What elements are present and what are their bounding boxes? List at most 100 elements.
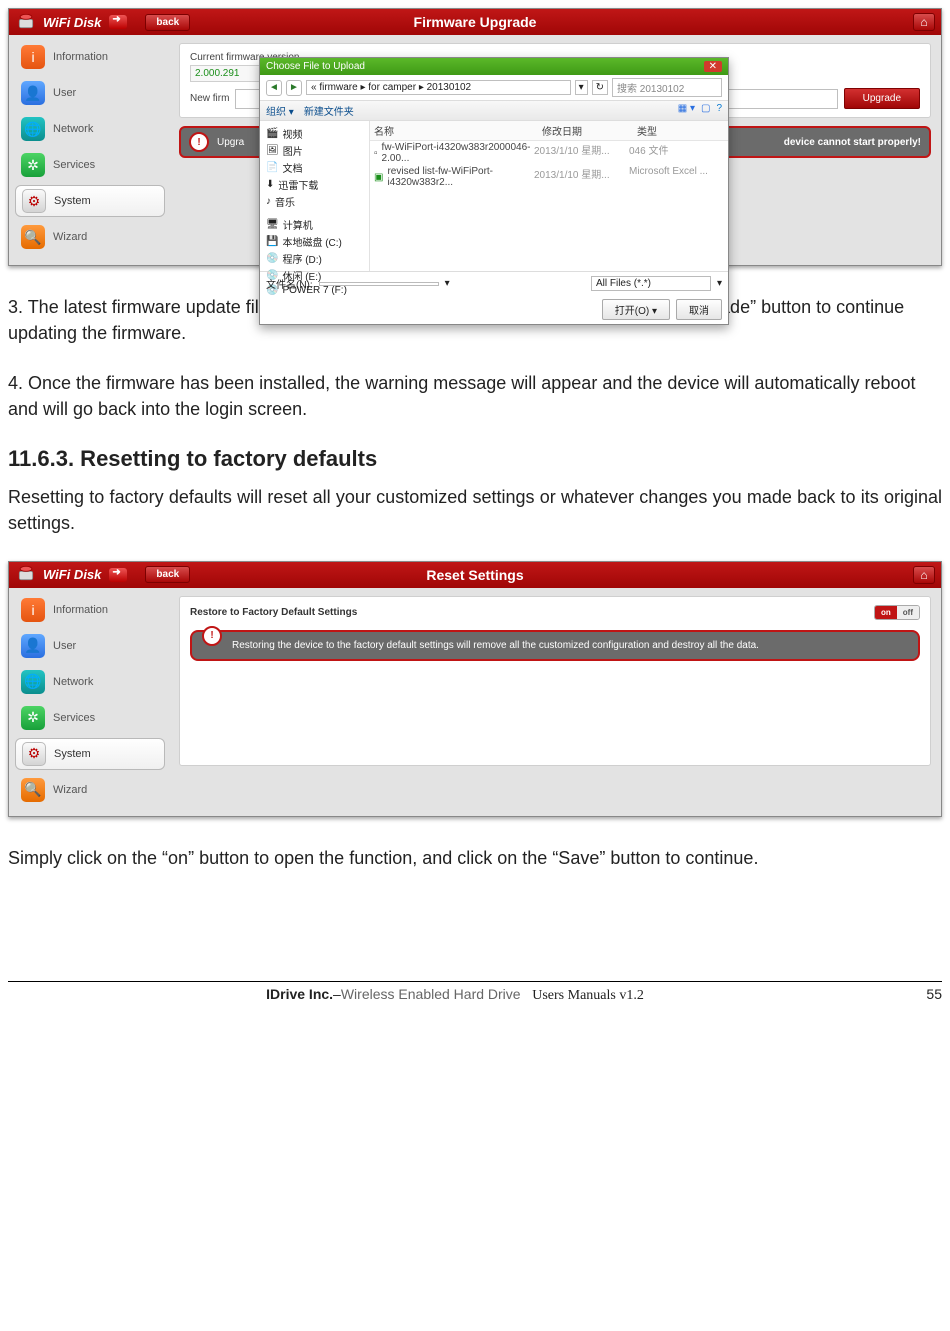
chevron-down-icon[interactable]: ▾: [717, 278, 722, 289]
warning-text: Restoring the device to the factory defa…: [232, 640, 759, 651]
refresh-icon[interactable]: ↻: [592, 80, 608, 95]
screenshot-firmware-upgrade: WiFi Disk back Firmware Upgrade ⌂ iInfor…: [8, 8, 942, 266]
sidebar-item-user[interactable]: 👤 User: [15, 77, 165, 109]
filename-label: 文件名(N):: [266, 276, 313, 291]
sidebar-item-label: Network: [53, 676, 93, 688]
sidebar-item-wizard[interactable]: 🔍Wizard: [15, 221, 165, 253]
warning-icon: !: [189, 132, 209, 152]
sidebar-item-information[interactable]: i Information: [15, 41, 165, 73]
sidebar-item-information[interactable]: i Information: [15, 594, 165, 626]
network-icon: 🌐: [21, 117, 45, 141]
path-drop-icon[interactable]: ▾: [575, 80, 588, 95]
cancel-button[interactable]: 取消: [676, 299, 722, 320]
user-icon: 👤: [21, 81, 45, 105]
nav-back-icon[interactable]: ◄: [266, 80, 282, 96]
filename-input[interactable]: [319, 282, 439, 286]
tree-item: ⬇迅雷下载: [264, 176, 365, 193]
sidebar-item-label: Services: [53, 159, 95, 171]
tree-item: 📄文档: [264, 159, 365, 176]
col-date[interactable]: 修改日期: [538, 121, 633, 140]
tree-item: 💿程序 (D:): [264, 250, 365, 267]
tree-item: 🖼图片: [264, 142, 365, 159]
toggle-off[interactable]: off: [897, 606, 919, 619]
sidebar-item-label: User: [53, 87, 76, 99]
organize-menu[interactable]: 组织 ▾: [266, 103, 294, 118]
folder-tree[interactable]: 🎬视频 🖼图片 📄文档 ⬇迅雷下载 ♪音乐 🖥计算机 💾本地磁盘 (C:) 💿程…: [260, 121, 370, 271]
file-row[interactable]: ▫fw-WiFiPort-i4320w383r2000046-2.00... 2…: [370, 141, 728, 165]
preview-icon[interactable]: ▢: [701, 103, 710, 118]
back-button[interactable]: back: [145, 566, 190, 583]
system-icon: ⚙: [22, 742, 46, 766]
sidebar-item-network[interactable]: 🌐 Network: [15, 666, 165, 698]
services-icon: ✲: [21, 706, 45, 730]
sidebar-item-system[interactable]: ⚙ System: [15, 185, 165, 217]
footer-sub1: Wireless Enabled Hard Drive: [341, 986, 521, 1002]
sidebar-item-label: System: [54, 748, 91, 760]
section-intro: Resetting to factory defaults will reset…: [8, 484, 942, 536]
sidebar-item-label: System: [54, 195, 91, 207]
footer-brand: IDrive Inc.: [266, 986, 333, 1002]
nav-fwd-icon[interactable]: ►: [286, 80, 302, 96]
file-list[interactable]: 名称 修改日期 类型 ▫fw-WiFiPort-i4320w383r200004…: [370, 121, 728, 271]
sidebar-item-label: Information: [53, 51, 108, 63]
search-input[interactable]: 搜索 20130102: [612, 78, 722, 97]
sidebar-item-label: Information: [53, 604, 108, 616]
info-icon: i: [21, 598, 45, 622]
wizard-icon: 🔍: [21, 225, 45, 249]
path-field[interactable]: « firmware ▸ for camper ▸ 20130102: [306, 80, 571, 95]
disk-icon: 💾: [266, 236, 278, 247]
file-filter[interactable]: All Files (*.*): [591, 276, 711, 291]
help-icon[interactable]: ?: [716, 103, 722, 118]
logout-icon[interactable]: [109, 568, 127, 582]
app-brand: WiFi Disk: [43, 567, 101, 582]
file-icon: ▫: [374, 148, 378, 159]
tree-item: 💾本地磁盘 (C:): [264, 233, 365, 250]
screenshot-reset-settings: WiFi Disk back Reset Settings ⌂ i Informa…: [8, 561, 942, 817]
upgrade-button[interactable]: Upgrade: [844, 88, 920, 109]
sidebar-item-network[interactable]: 🌐 Network: [15, 113, 165, 145]
sidebar-item-user[interactable]: 👤User: [15, 630, 165, 662]
new-fw-label: New firm: [190, 93, 229, 104]
warning-text-right: device cannot start properly!: [784, 137, 921, 148]
col-name[interactable]: 名称: [370, 121, 538, 140]
tree-item: ♪音乐: [264, 193, 365, 210]
section-heading: 11.6.3. Resetting to factory defaults: [8, 446, 942, 472]
wizard-icon: 🔍: [21, 778, 45, 802]
network-icon: 🌐: [21, 670, 45, 694]
sidebar-item-label: Network: [53, 123, 93, 135]
app-titlebar: WiFi Disk back Reset Settings ⌂: [9, 562, 941, 588]
column-headers[interactable]: 名称 修改日期 类型: [370, 121, 728, 141]
picture-icon: 🖼: [266, 145, 279, 156]
step-4-text: 4. Once the firmware has been installed,…: [8, 370, 942, 422]
disk-icon: 💿: [266, 253, 278, 264]
sidebar-item-services[interactable]: ✲Services: [15, 149, 165, 181]
restore-toggle[interactable]: on off: [874, 605, 920, 620]
hdd-icon: [15, 563, 37, 586]
video-icon: 🎬: [266, 128, 278, 139]
view-icon[interactable]: ▦ ▾: [678, 103, 695, 118]
home-icon[interactable]: ⌂: [913, 566, 935, 584]
toggle-on[interactable]: on: [875, 606, 897, 619]
closing-paragraph: Simply click on the “on” button to open …: [8, 845, 942, 871]
restore-label: Restore to Factory Default Settings: [190, 607, 357, 618]
back-button[interactable]: back: [145, 14, 190, 31]
chevron-down-icon[interactable]: ▾: [445, 278, 450, 289]
reset-panel: Restore to Factory Default Settings on o…: [179, 596, 931, 766]
open-button[interactable]: 打开(O) ▾: [602, 299, 670, 320]
close-icon[interactable]: ✕: [704, 61, 722, 72]
info-icon: i: [21, 45, 45, 69]
home-icon[interactable]: ⌂: [913, 13, 935, 31]
download-icon: ⬇: [266, 179, 274, 190]
sidebar-item-system[interactable]: ⚙ System: [15, 738, 165, 770]
logout-icon[interactable]: [109, 15, 127, 29]
sidebar-item-label: User: [53, 640, 76, 652]
col-type[interactable]: 类型: [633, 121, 728, 140]
sidebar-item-label: Wizard: [53, 784, 87, 796]
new-folder-button[interactable]: 新建文件夹: [304, 103, 354, 118]
reset-warning: ! Restoring the device to the factory de…: [190, 630, 920, 661]
file-open-dialog: Choose File to Upload ✕ ◄ ► « firmware ▸…: [259, 57, 729, 325]
sidebar-item-wizard[interactable]: 🔍 Wizard: [15, 774, 165, 806]
sidebar-item-services[interactable]: ✲Services: [15, 702, 165, 734]
system-icon: ⚙: [22, 189, 46, 213]
file-row[interactable]: ▣revised list-fw-WiFiPort-i4320w383r2...…: [370, 165, 728, 189]
